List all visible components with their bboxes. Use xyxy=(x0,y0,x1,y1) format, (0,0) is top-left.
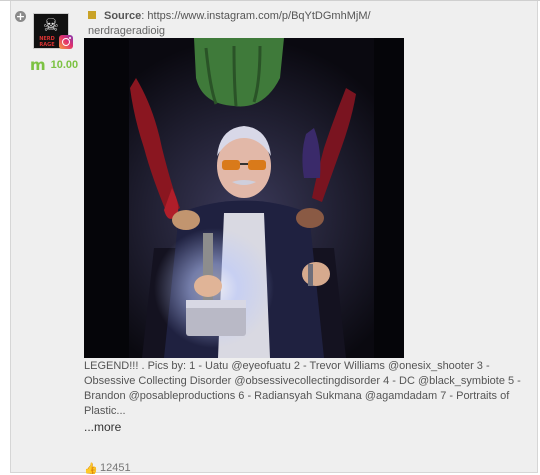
post-caption: LEGEND!!! . Pics by: 1 - Uatu @eyeofuatu… xyxy=(84,360,521,417)
source-square-icon xyxy=(88,11,96,19)
likes-value: 12451 xyxy=(100,462,131,474)
instagram-icon xyxy=(59,35,73,49)
skull-icon: ☠ xyxy=(42,15,60,36)
likes-count: 👍 12451 xyxy=(84,461,131,475)
thumbs-up-icon[interactable]: 👍 xyxy=(84,463,98,474)
avatar-text: NERD RAGE xyxy=(39,36,55,48)
score-value: 10.00 xyxy=(50,59,79,71)
more-link[interactable]: ...more xyxy=(84,420,121,434)
source-row: Source: https://www.instagram.com/p/BqYt… xyxy=(88,9,528,24)
account-handle[interactable]: nerdrageradioig xyxy=(88,24,165,39)
post-card: + ☠ NERD RAGE m 10.00 Source: https://ww… xyxy=(10,1,538,475)
score-badge: m 10.00 xyxy=(30,56,79,74)
plus-circle-icon[interactable]: + xyxy=(15,11,26,22)
source-label: Source xyxy=(104,10,142,22)
m-score-icon: m xyxy=(30,56,46,74)
post-image-art xyxy=(84,38,404,358)
source-link[interactable]: https://www.instagram.com/p/BqYtDGmhMjM/ xyxy=(147,10,370,22)
post-image[interactable] xyxy=(84,38,404,358)
